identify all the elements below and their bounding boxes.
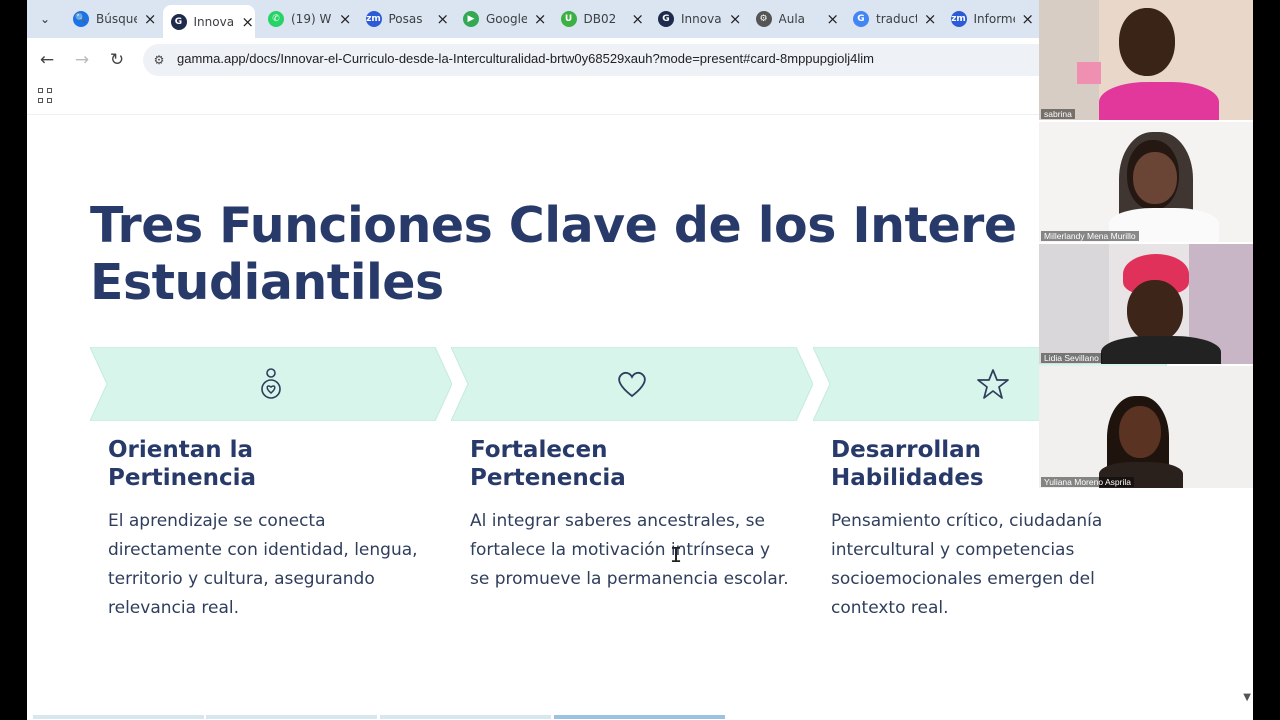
tab-title: Innovar — [681, 12, 723, 26]
slide-title-line2: Estudiantiles — [90, 254, 444, 311]
chatgpt-icon: ⚙ — [755, 11, 772, 27]
reload-button[interactable]: ↻ — [105, 48, 129, 72]
browser-tab[interactable]: zm Posas × — [358, 5, 450, 33]
whatsapp-icon: ✆ — [268, 11, 284, 27]
gamma-icon: G — [170, 13, 187, 30]
video-tile-4[interactable]: Yuliana Moreno Asprila — [1039, 366, 1253, 488]
tab-title: Búsqueda — [96, 12, 138, 26]
search-icon: 🔍 — [73, 11, 89, 27]
video-tile-1[interactable]: sabrina — [1039, 0, 1253, 120]
chevron-down-icon: ⌄ — [39, 12, 51, 26]
tab-title: traductor — [876, 12, 918, 26]
text-cursor-icon: I — [670, 543, 683, 567]
tab-search-button[interactable]: ⌄ — [33, 7, 57, 31]
close-tab-icon[interactable]: × — [728, 10, 742, 28]
close-tab-icon[interactable]: × — [143, 10, 157, 28]
column-text-1: El aprendizaje se conecta directamente c… — [108, 511, 418, 618]
google-icon: G — [853, 11, 869, 27]
video-tile-2[interactable]: Millerlandy Mena Murillo — [1039, 122, 1253, 242]
close-tab-icon[interactable]: × — [631, 10, 645, 28]
shield-icon: U — [560, 11, 577, 27]
tab-title: Google — [486, 12, 528, 26]
forward-button[interactable]: → — [70, 48, 94, 72]
column-text-2: Al integrar saberes ancestrales, se fort… — [470, 511, 789, 589]
site-settings-icon[interactable]: ⚙ — [151, 52, 167, 68]
participant-name: Yuliana Moreno Asprila — [1041, 477, 1134, 487]
column-heading-3: Desarrollan Habilidades — [831, 437, 984, 491]
tab-title: Informe — [973, 12, 1015, 26]
close-tab-icon[interactable]: × — [533, 10, 547, 28]
google-meet-icon: ▶ — [463, 11, 479, 27]
video-tile-3[interactable]: Lidia Sevillano — [1039, 244, 1253, 364]
zoom-icon: zm — [950, 11, 967, 27]
browser-tab[interactable]: 🔍 Búsqueda × — [65, 5, 157, 33]
tab-title: Posas — [388, 12, 423, 26]
tab-title: Innovar — [193, 14, 235, 29]
participant-name: Millerlandy Mena Murillo — [1041, 231, 1139, 241]
star-icon — [977, 369, 1009, 399]
reload-icon: ↻ — [109, 50, 125, 70]
close-tab-icon[interactable]: × — [338, 10, 352, 28]
apps-grid-icon[interactable] — [38, 88, 54, 104]
browser-tab[interactable]: ⚙ Aula × — [748, 5, 840, 33]
participant-name: Lidia Sevillano — [1041, 353, 1102, 363]
column-heading-2: Fortalecen Pertenencia — [470, 437, 626, 491]
participant-name: sabrina — [1041, 109, 1075, 119]
tab-title: Aula — [778, 12, 806, 26]
close-tab-icon[interactable]: × — [826, 10, 840, 28]
heart-icon — [618, 371, 646, 398]
browser-tab[interactable]: ▶ Google × — [455, 5, 547, 33]
arrow-left-icon: ← — [39, 50, 55, 70]
close-tab-icon[interactable]: × — [436, 10, 450, 28]
tab-title: (19) WhatsApp — [291, 12, 332, 26]
back-button[interactable]: ← — [35, 48, 59, 72]
browser-tab[interactable]: G Innovar × — [162, 5, 255, 38]
chevron-banner-2 — [451, 347, 813, 421]
browser-tab[interactable]: zm Informe × — [943, 5, 1035, 33]
gamma-icon: G — [658, 11, 674, 27]
tab-title: DB02 — [583, 12, 617, 26]
column-text-3: Pensamiento crítico, ciudadanía intercul… — [831, 511, 1103, 618]
close-tab-icon[interactable]: × — [1021, 10, 1035, 28]
browser-tab[interactable]: Gtraductor × — [845, 5, 937, 33]
arrow-right-icon: → — [74, 50, 90, 70]
zoom-icon: zm — [365, 11, 382, 27]
browser-tab[interactable]: G Innovar × — [650, 5, 742, 33]
close-tab-icon[interactable]: × — [241, 13, 255, 31]
close-tab-icon[interactable]: × — [923, 10, 937, 28]
slide-title-line1: Tres Funciones Clave de los Intere — [90, 197, 1017, 254]
chevron-banner-1 — [90, 347, 452, 421]
browser-tab[interactable]: ✆ (19) WhatsApp × — [260, 5, 352, 33]
browser-tab[interactable]: U DB02 × — [553, 5, 645, 33]
column-heading-1: Orientan la Pertinencia — [108, 437, 257, 491]
slide-title: Tres Funciones Clave de los Intere Estudi… — [90, 197, 1017, 311]
url-text[interactable]: gamma.app/docs/Innovar-el-Curriculo-desd… — [177, 51, 874, 66]
slide-progress-bar[interactable] — [33, 715, 1253, 719]
person-heart-icon — [261, 368, 281, 399]
scroll-down-icon[interactable]: ▼ — [1243, 692, 1251, 703]
